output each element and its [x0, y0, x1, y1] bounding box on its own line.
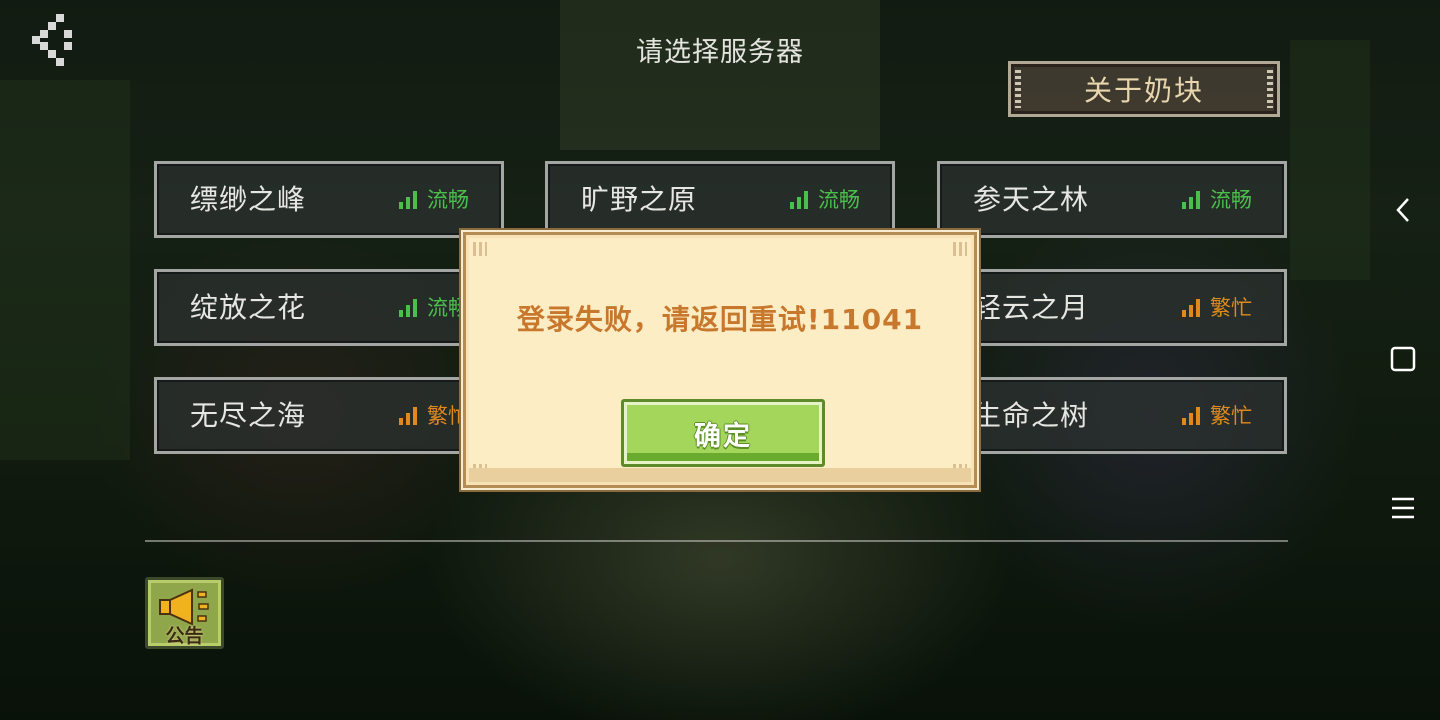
- signal-bars-icon: [1182, 191, 1200, 209]
- server-name: 无尽之海: [190, 399, 307, 432]
- signal-bars-icon: [1182, 299, 1200, 317]
- error-dialog: 登录失败，请返回重试!11041 确定: [466, 235, 974, 485]
- server-status: 繁忙: [399, 380, 469, 452]
- signal-bars-icon: [399, 299, 417, 317]
- server-item[interactable]: 绽放之花 流畅: [154, 269, 504, 346]
- server-item[interactable]: 缥缈之峰 流畅: [154, 161, 504, 238]
- notice-label: 公告: [165, 625, 204, 647]
- signal-bars-icon: [1182, 407, 1200, 425]
- server-status: 流畅: [1182, 164, 1252, 236]
- server-item[interactable]: 轻云之月 繁忙: [937, 269, 1287, 346]
- dialog-bottom-strip: [469, 468, 971, 482]
- server-item[interactable]: 参天之林 流畅: [937, 161, 1287, 238]
- divider: [145, 540, 1288, 542]
- server-name: 旷野之原: [581, 183, 698, 216]
- nav-home-button[interactable]: [1380, 336, 1426, 382]
- nav-back-button[interactable]: [1380, 187, 1426, 233]
- signal-bars-icon: [399, 407, 417, 425]
- system-nav-bar: [1370, 0, 1440, 720]
- server-status: 流畅: [399, 272, 469, 344]
- nav-home-icon: [1390, 346, 1416, 372]
- server-status: 流畅: [399, 164, 469, 236]
- server-status: 繁忙: [1182, 272, 1252, 344]
- server-name: 参天之林: [973, 183, 1090, 216]
- about-button[interactable]: 关于奶块: [1008, 61, 1280, 117]
- server-name: 绽放之花: [190, 291, 307, 324]
- server-name: 生命之树: [973, 399, 1090, 432]
- nav-menu-icon: [1392, 497, 1414, 519]
- server-status: 繁忙: [1182, 380, 1252, 452]
- server-item[interactable]: 生命之树 繁忙: [937, 377, 1287, 454]
- server-status: 流畅: [790, 164, 860, 236]
- nav-menu-button[interactable]: [1380, 485, 1426, 531]
- confirm-button[interactable]: 确定: [621, 399, 825, 467]
- server-name: 缥缈之峰: [190, 183, 307, 216]
- server-item[interactable]: 旷野之原 流畅: [545, 161, 895, 238]
- nav-back-icon: [1396, 198, 1409, 222]
- signal-bars-icon: [399, 191, 417, 209]
- notice-button[interactable]: 公告: [145, 577, 224, 649]
- error-message: 登录失败，请返回重试!11041: [516, 303, 924, 336]
- server-item[interactable]: 无尽之海 繁忙: [154, 377, 504, 454]
- signal-bars-icon: [790, 191, 808, 209]
- server-name: 轻云之月: [973, 291, 1090, 324]
